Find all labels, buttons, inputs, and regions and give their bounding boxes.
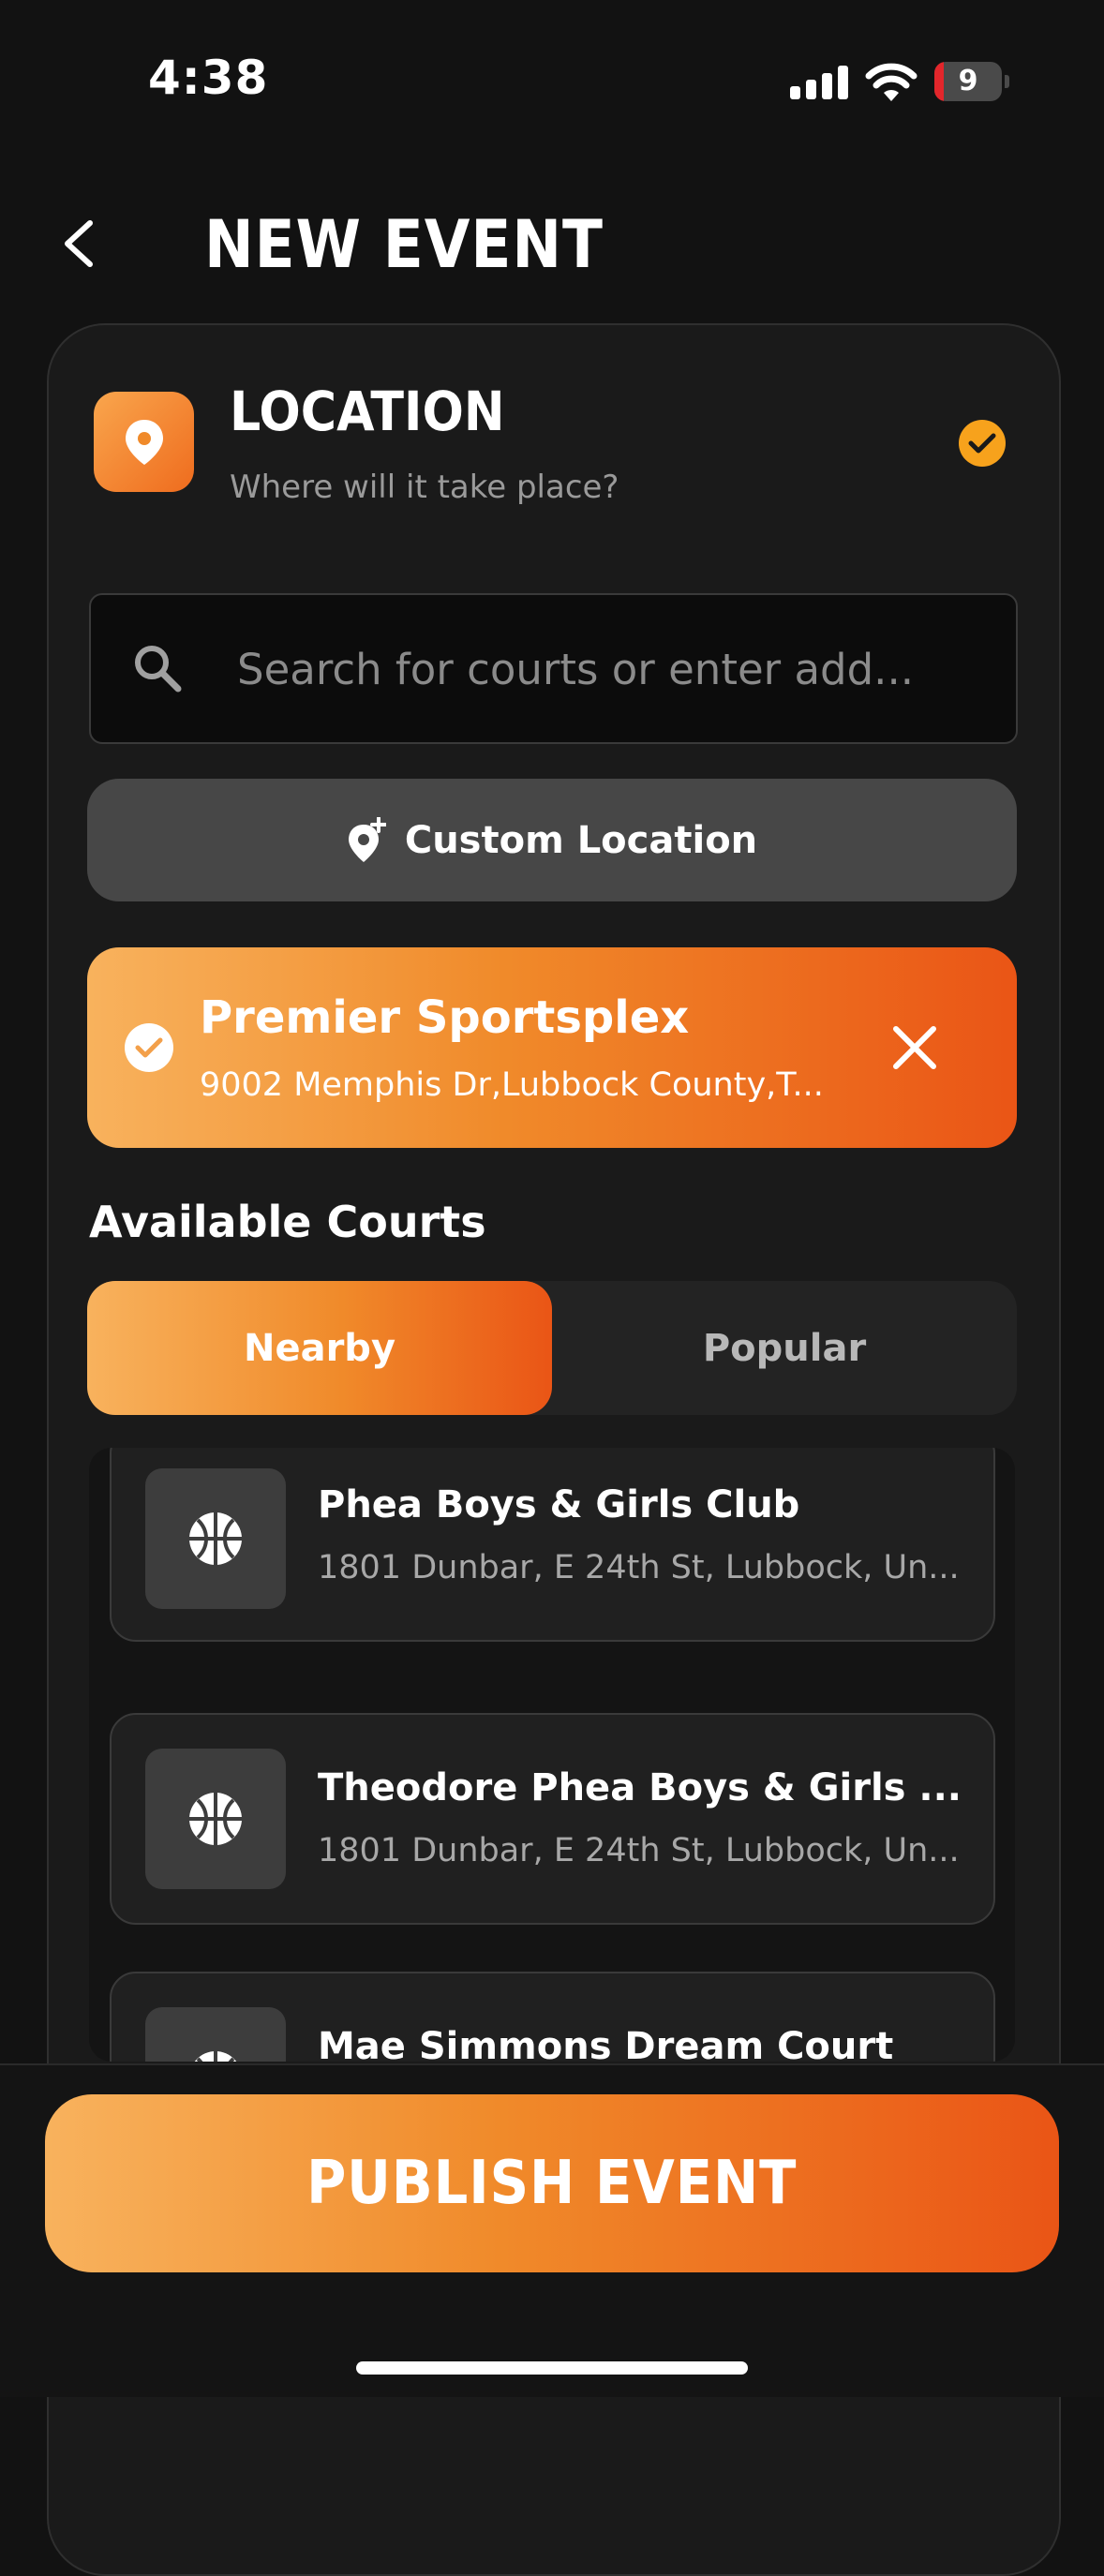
section-subtitle: Where will it take place? bbox=[230, 469, 619, 506]
custom-location-label: Custom Location bbox=[404, 818, 758, 862]
chevron-left-icon[interactable] bbox=[56, 216, 103, 272]
basketball-icon bbox=[145, 2007, 286, 2062]
court-item[interactable]: Theodore Phea Boys & Girls ... 1801 Dunb… bbox=[110, 1713, 995, 1925]
check-circle-icon bbox=[959, 420, 1006, 467]
add-location-icon bbox=[348, 816, 386, 862]
courts-list[interactable]: Phea Boys & Girls Club 1801 Dunbar, E 24… bbox=[89, 1448, 1015, 2062]
section-title: LOCATION bbox=[230, 380, 505, 443]
search-icon bbox=[135, 646, 182, 692]
court-name: Phea Boys & Girls Club bbox=[318, 1483, 800, 1526]
wifi-icon bbox=[865, 63, 918, 101]
selected-location-name: Premier Sportsplex bbox=[200, 991, 690, 1044]
available-courts-heading: Available Courts bbox=[89, 1197, 486, 1247]
page-title: NEW EVENT bbox=[204, 206, 604, 283]
court-name: Theodore Phea Boys & Girls ... bbox=[318, 1766, 962, 1809]
battery-level: 9 bbox=[958, 65, 978, 97]
publish-event-label: PUBLISH EVENT bbox=[306, 2149, 798, 2218]
tab-nearby[interactable]: Nearby bbox=[87, 1281, 552, 1415]
cellular-signal-icon bbox=[790, 66, 848, 99]
court-address: 1801 Dunbar, E 24th St, Lubbock, Un... bbox=[318, 1832, 960, 1869]
selected-location-address: 9002 Memphis Dr,Lubbock County,T... bbox=[200, 1066, 824, 1104]
basketball-icon bbox=[145, 1468, 286, 1609]
map-pin-icon bbox=[94, 392, 194, 492]
status-time: 4:38 bbox=[148, 51, 269, 105]
search-placeholder: Search for courts or enter add... bbox=[237, 645, 915, 694]
home-indicator[interactable] bbox=[356, 2361, 748, 2375]
custom-location-button[interactable]: Custom Location bbox=[87, 779, 1017, 901]
court-item[interactable]: Mae Simmons Dream Court bbox=[110, 1972, 995, 2062]
check-circle-icon bbox=[125, 1023, 173, 1072]
tab-popular[interactable]: Popular bbox=[552, 1281, 1017, 1415]
selected-location-card[interactable] bbox=[87, 947, 1017, 1148]
basketball-icon bbox=[145, 1749, 286, 1889]
close-icon[interactable] bbox=[888, 1021, 941, 1074]
publish-event-button[interactable]: PUBLISH EVENT bbox=[45, 2094, 1059, 2272]
battery-icon: 9 bbox=[934, 62, 1009, 101]
court-name: Mae Simmons Dream Court bbox=[318, 2025, 894, 2062]
court-address: 1801 Dunbar, E 24th St, Lubbock, Un... bbox=[318, 1549, 960, 1586]
court-item[interactable]: Phea Boys & Girls Club 1801 Dunbar, E 24… bbox=[110, 1448, 995, 1642]
